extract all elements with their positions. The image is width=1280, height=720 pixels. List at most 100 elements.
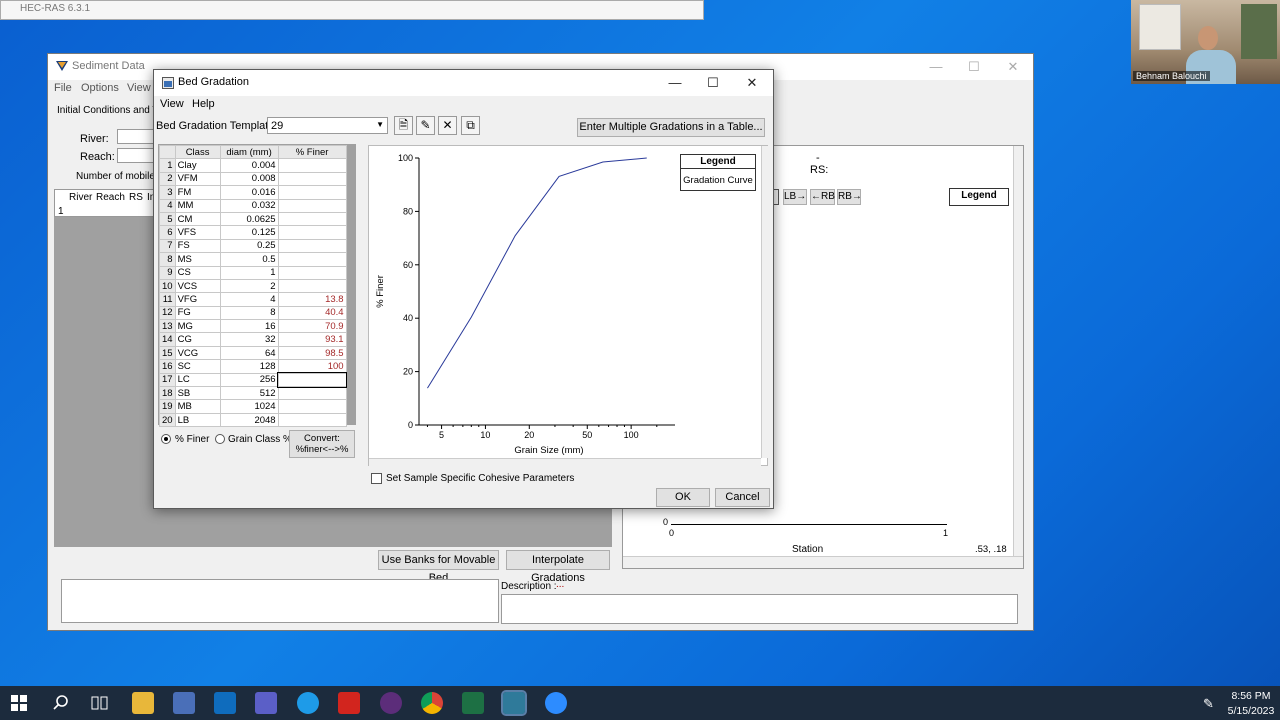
cell-diam[interactable]: 256 [219,372,279,388]
xs-hscrollbar[interactable] [623,556,1023,568]
cell-pct[interactable] [277,399,347,414]
cell-cls[interactable]: MS [174,252,221,267]
cell-diam[interactable]: 0.125 [219,225,279,240]
notes-box[interactable] [61,579,499,623]
cell-pct[interactable]: 98.5 [277,345,347,361]
cell-diam[interactable]: 1 [219,265,279,280]
cell-pct[interactable]: 13.8 [277,292,347,307]
cell-diam[interactable]: 512 [219,386,279,401]
cell-pct[interactable] [277,372,348,388]
cell-diam[interactable]: 0.004 [219,158,279,173]
table-row[interactable]: 1 Clay 0.004 [159,158,347,173]
slack-icon[interactable] [380,692,402,714]
skype-icon[interactable] [297,692,319,714]
menu-options[interactable]: Options [81,82,119,94]
cell-cls[interactable]: FM [174,185,221,200]
description-field[interactable] [501,594,1018,624]
table-row[interactable]: 2 VFM 0.008 [159,171,347,187]
cell-diam[interactable]: 8 [219,305,279,321]
chevron-down-icon[interactable]: ▼ [376,120,384,129]
cell-diam[interactable]: 0.0625 [219,211,279,227]
grain-class-radio[interactable] [215,434,225,444]
river-field[interactable] [117,129,157,144]
cell-cls[interactable]: LC [174,372,221,388]
lb-right-button[interactable]: LB→ [783,189,807,205]
minimize-icon[interactable]: — [921,58,951,76]
dialog-minimize-icon[interactable]: — [660,74,690,92]
cell-diam[interactable]: 2 [219,278,279,294]
gradation-table[interactable]: Class diam (mm) % Finer 1 Clay 0.004 2 VFM 0.… [159,144,348,428]
chart-vscrollbar[interactable] [761,146,768,458]
cell-pct[interactable]: 40.4 [277,305,347,321]
table-row[interactable]: 7 FS 0.25 [159,238,347,254]
reach-table[interactable]: River Reach RS In 1 [54,189,155,217]
tab-initial-conditions[interactable]: Initial Conditions and Tr [57,105,162,116]
table-row[interactable]: 11 VFG 4 13.8 [159,292,347,307]
new-document-icon[interactable]: 🗎 [394,116,413,135]
table-row[interactable]: 13 MG 16 70.9 [159,319,347,334]
table-row[interactable]: 20 LB 2048 [159,412,347,428]
cell-pct[interactable] [277,265,347,280]
finer-radio[interactable] [161,434,171,444]
cell-diam[interactable]: 0.25 [219,238,279,254]
table-row[interactable]: 3 FM 0.016 [159,185,347,200]
table-row[interactable]: 16 SC 128 100 [159,359,347,374]
multiple-gradations-button[interactable]: Enter Multiple Gradations in a Table... [577,118,765,137]
cell-diam[interactable]: 64 [219,345,279,361]
pen-icon[interactable]: ✎ [1203,696,1214,712]
cell-pct[interactable] [277,171,347,187]
cell-cls[interactable]: VCG [174,345,221,361]
cell-pct[interactable] [277,412,347,428]
dialog-menu-help[interactable]: Help [192,98,215,110]
description-dots-button[interactable]: ... [556,579,564,590]
close-icon[interactable]: ✕ [998,58,1028,76]
menu-view[interactable]: View [127,82,151,94]
table-row[interactable]: 14 CG 32 93.1 [159,332,347,347]
cell-pct[interactable] [277,238,347,254]
xs-vscrollbar[interactable] [1013,146,1023,556]
cell-diam[interactable]: 16 [219,319,279,334]
cell-cls[interactable]: CG [174,332,221,347]
search-icon[interactable] [52,694,70,715]
excel-icon[interactable] [462,692,484,714]
menu-file[interactable]: File [54,82,72,94]
hecras-taskbar-icon[interactable] [501,690,527,716]
table-row[interactable]: 10 VCS 2 [159,278,347,294]
reach-field[interactable] [117,148,157,163]
cell-cls[interactable]: VFM [174,171,221,187]
cell-cls[interactable]: CS [174,265,221,280]
cell-diam[interactable]: 1024 [219,399,279,414]
cell-cls[interactable]: MB [174,399,221,414]
cell-pct[interactable] [277,386,347,401]
cell-pct[interactable] [277,225,347,240]
windows-start-icon[interactable] [11,695,27,714]
cell-cls[interactable]: MG [174,319,221,334]
dialog-menu-view[interactable]: View [160,98,184,110]
cell-pct[interactable]: 93.1 [277,332,347,347]
cell-diam[interactable]: 0.032 [219,198,279,213]
teams-icon[interactable] [255,692,277,714]
table-row[interactable]: 18 SB 512 [159,386,347,401]
table-row[interactable]: 17 LC 256 [159,372,348,388]
cell-cls[interactable]: MM [174,198,221,213]
ok-button[interactable]: OK [656,488,710,507]
cell-pct[interactable]: 100 [277,359,347,374]
rb-right-button[interactable]: RB→ [837,189,862,205]
chrome-icon[interactable] [421,692,443,714]
cell-cls[interactable]: SC [174,359,221,374]
cell-diam[interactable]: 4 [219,292,279,307]
table-row[interactable]: 15 VCG 64 98.5 [159,345,347,361]
cell-cls[interactable]: VFS [174,225,221,240]
template-select[interactable]: 29 ▼ [267,117,388,134]
convert-button[interactable]: Convert: %finer<-->% [289,430,355,458]
table-row[interactable]: 5 CM 0.0625 [159,211,347,227]
task-view-icon[interactable] [91,695,109,714]
cell-diam[interactable]: 32 [219,332,279,347]
table-row[interactable]: 4 MM 0.032 [159,198,347,213]
cell-cls[interactable]: LB [174,412,221,428]
acrobat-icon[interactable] [338,692,360,714]
cell-cls[interactable]: FG [174,305,221,321]
outlook-icon[interactable] [214,692,236,714]
chart-hscrollbar[interactable] [369,458,761,467]
delete-icon[interactable]: ✕ [438,116,457,135]
